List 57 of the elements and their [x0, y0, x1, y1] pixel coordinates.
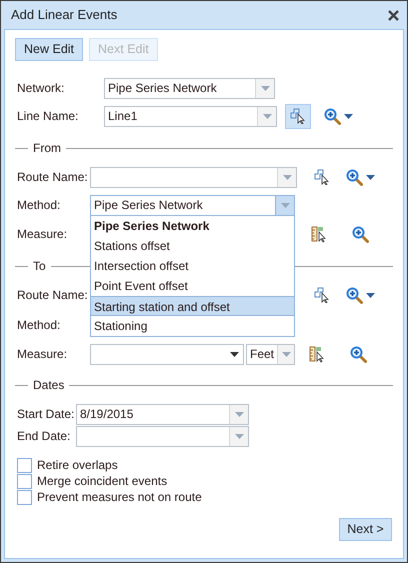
section-legend: To	[28, 257, 51, 275]
select-cursor-icon	[314, 287, 330, 303]
line-name-select[interactable]: Line1	[104, 106, 277, 126]
section-legend: From	[28, 139, 66, 157]
field-label: Measure:	[17, 346, 68, 363]
caret-icon[interactable]	[344, 114, 353, 118]
field-label: Line Name:	[17, 108, 80, 125]
caret-icon	[282, 352, 290, 356]
dropdown-option[interactable]: Pipe Series Network	[91, 216, 294, 236]
zoom-in-icon[interactable]	[346, 168, 363, 186]
edit-button[interactable]: New Edit	[15, 38, 84, 61]
dropdown-option[interactable]: Point Event offset	[91, 276, 294, 296]
caret-icon	[230, 352, 239, 356]
next-button[interactable]: Next >	[339, 518, 392, 541]
dropdown-option[interactable]: Stations offset	[91, 236, 294, 256]
zoom-in-icon[interactable]	[324, 108, 341, 124]
field-label: Start Date:	[17, 406, 76, 423]
method-select[interactable]: Pipe Series Network	[90, 194, 295, 216]
checkbox[interactable]	[17, 490, 32, 504]
start-date-select[interactable]: 8/19/2015	[76, 404, 249, 424]
caret-icon	[260, 86, 270, 90]
measure-field[interactable]	[90, 344, 244, 364]
zoom-in-icon[interactable]	[352, 226, 369, 242]
dropdown-option[interactable]: Starting station and offset	[91, 296, 294, 316]
field-label: Measure:	[17, 226, 68, 243]
caret-icon	[282, 174, 292, 180]
field-label: Route Name:	[17, 287, 89, 304]
checkbox[interactable]	[17, 458, 32, 472]
ruler-cursor-icon[interactable]	[309, 346, 326, 362]
field-label: Method:	[17, 197, 62, 214]
checkbox-label: Merge coincident events	[37, 473, 168, 490]
caret-icon	[262, 114, 272, 118]
field-label: Route Name:	[17, 169, 89, 186]
dropdown-option[interactable]: Stationing	[91, 316, 294, 336]
zoom-in-icon[interactable]	[346, 286, 363, 304]
field-label: End Date:	[17, 428, 72, 445]
unit-select[interactable]: Feet	[246, 344, 295, 364]
zoom-in-icon[interactable]	[350, 346, 367, 362]
checkbox[interactable]	[17, 474, 32, 488]
select-cursor-icon	[314, 169, 330, 185]
select-cursor-icon	[290, 108, 306, 124]
caret-icon	[280, 202, 290, 208]
caret-icon[interactable]	[366, 174, 375, 180]
ruler-cursor-icon[interactable]	[311, 226, 328, 242]
window-title: Add Linear Events	[11, 6, 118, 24]
field-label: Method:	[17, 317, 62, 334]
close-icon[interactable]	[388, 10, 399, 20]
checkbox-label: Prevent measures not on route	[37, 489, 202, 506]
section-legend: Dates	[28, 376, 70, 394]
checkbox-label: Retire overlaps	[37, 457, 118, 474]
caret-icon	[234, 434, 244, 438]
caret-icon[interactable]	[366, 292, 375, 298]
field-label: Network:	[17, 80, 66, 97]
dropdown-option[interactable]: Intersection offset	[91, 256, 294, 276]
network-select[interactable]: Pipe Series Network	[104, 78, 275, 98]
caret-icon	[234, 412, 244, 416]
select-features-button[interactable]	[285, 104, 311, 128]
